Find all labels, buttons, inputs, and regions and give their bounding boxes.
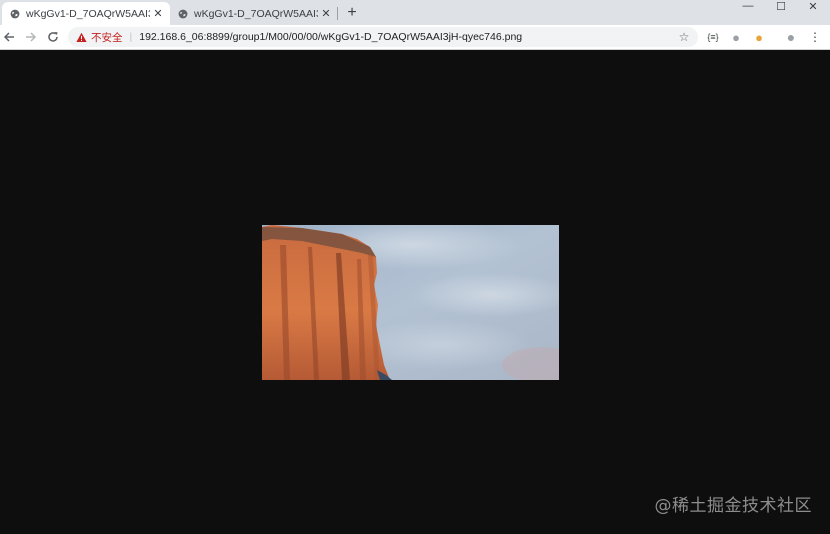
tab-title: wKgGv1-D_7OAQrW5AAI3jH- [26, 7, 150, 20]
close-tab-icon[interactable]: ✕ [318, 6, 334, 22]
close-tab-icon[interactable]: ✕ [150, 6, 166, 22]
forward-button[interactable] [22, 28, 40, 46]
address-bar[interactable]: 不安全 | 192.168.6_06:8899/group1/M00/00/00… [68, 27, 698, 47]
tab-title: wKgGv1-D_7OAQrW5AAI3jH- [194, 7, 318, 20]
page-viewport: @稀土掘金技术社区 [0, 50, 830, 534]
cliff-landscape-image [262, 225, 559, 380]
url-text[interactable]: 192.168.6_06:8899/group1/M00/00/00/wKgGv… [139, 31, 522, 43]
watermark-text: @稀土掘金技术社区 [654, 496, 812, 516]
bookmark-star-icon[interactable]: ☆ [676, 29, 692, 45]
forward-arrow-icon [26, 32, 37, 42]
displayed-image [262, 225, 559, 380]
extension-circle-icon[interactable]: ● [729, 30, 743, 45]
tab-inactive[interactable]: wKgGv1-D_7OAQrW5AAI3jH- ✕ [170, 2, 338, 25]
security-label[interactable]: 不安全 [91, 30, 123, 45]
extension-cookie-icon[interactable]: ● [752, 30, 766, 45]
extension-code-icon[interactable]: {≡} [706, 30, 720, 44]
minimize-button[interactable]: — [731, 0, 765, 12]
new-tab-button[interactable]: + [343, 4, 361, 22]
warning-icon [76, 32, 87, 42]
profile-avatar-icon[interactable]: ● [784, 29, 798, 45]
toolbar: 不安全 | 192.168.6_06:8899/group1/M00/00/00… [0, 25, 830, 50]
reload-icon [48, 32, 58, 42]
globe-icon [10, 9, 20, 18]
back-arrow-icon [3, 32, 14, 42]
address-separator: | [129, 31, 133, 43]
tab-strip: wKgGv1-D_7OAQrW5AAI3jH- ✕ wKgGv1-D_7OAQr… [0, 0, 830, 25]
tab-separator [337, 7, 338, 20]
reload-button[interactable] [44, 28, 62, 46]
close-window-button[interactable]: ✕ [796, 0, 830, 13]
browser-window: wKgGv1-D_7OAQrW5AAI3jH- ✕ wKgGv1-D_7OAQr… [0, 0, 830, 534]
globe-icon [178, 9, 188, 18]
tab-active[interactable]: wKgGv1-D_7OAQrW5AAI3jH- ✕ [2, 2, 170, 25]
maximize-button[interactable]: ☐ [764, 0, 798, 13]
menu-kebab-icon[interactable]: ⋮ [808, 30, 822, 44]
back-button[interactable] [0, 28, 18, 46]
